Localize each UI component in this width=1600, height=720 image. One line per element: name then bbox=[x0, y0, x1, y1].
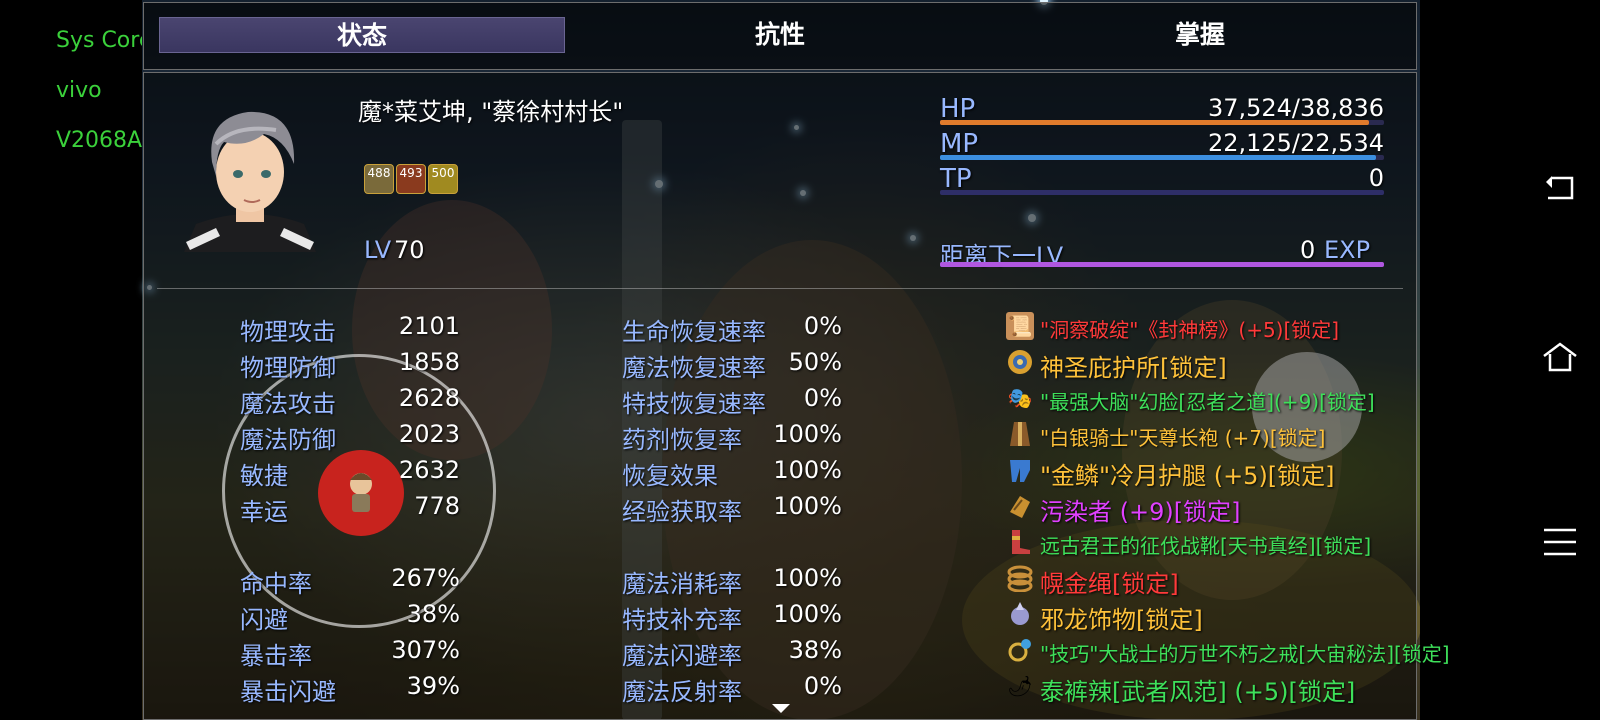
equipment-item[interactable]: 邪龙饰物[锁定] bbox=[1040, 600, 1203, 635]
stat-value: 0% bbox=[803, 672, 842, 700]
stat-label: 魔法消耗率 bbox=[622, 570, 742, 598]
equipment-item[interactable]: 神圣庇护所[锁定] bbox=[1040, 348, 1227, 383]
stat-value: 39% bbox=[406, 672, 460, 700]
stat-label: 暴击闪避 bbox=[240, 678, 336, 706]
stat-value: 2628 bbox=[398, 384, 460, 412]
character-portrait bbox=[176, 104, 324, 252]
stat-value: 0% bbox=[803, 312, 842, 340]
mask-icon: 🎭 bbox=[1007, 386, 1033, 410]
exp-value: 0 bbox=[1300, 236, 1316, 264]
stat-label: 恢复效果 bbox=[622, 462, 718, 490]
hp-value: 37,524/38,836 bbox=[1207, 94, 1384, 122]
scroll-icon: 📜 bbox=[1006, 312, 1034, 340]
equipment-item[interactable]: "技巧"大战士的万世不朽之戒[大宙秘法][锁定] bbox=[1040, 638, 1450, 667]
stat-label: 暴击率 bbox=[240, 642, 312, 670]
tab-resistance[interactable]: 抗性 bbox=[580, 17, 980, 53]
stat-value: 778 bbox=[414, 492, 460, 520]
stat-value: 100% bbox=[773, 600, 842, 628]
boots-icon bbox=[1006, 528, 1034, 556]
leggings-icon bbox=[1006, 456, 1034, 484]
stat-label: 生命恢复速率 bbox=[622, 318, 766, 346]
overlay-vendor: vivo bbox=[56, 78, 102, 103]
stat-label: 药剂恢复率 bbox=[622, 426, 742, 454]
stat-value: 100% bbox=[773, 456, 842, 484]
character-name: 魔*菜艾坤, "蔡徐村村长" bbox=[358, 98, 624, 126]
stat-label: 魔法闪避率 bbox=[622, 642, 742, 670]
scroll-down-arrow-icon[interactable] bbox=[772, 704, 790, 713]
back-button-icon[interactable] bbox=[1542, 170, 1578, 206]
equipment-item[interactable]: "洞察破绽"《封神榜》(+5)[锁定] bbox=[1040, 314, 1339, 343]
exp-gauge-fill bbox=[940, 262, 1384, 267]
state-badge-icon: 493 bbox=[396, 164, 426, 194]
stat-value: 2101 bbox=[398, 312, 460, 340]
tp-value: 0 bbox=[1368, 164, 1384, 192]
stat-label: 经验获取率 bbox=[622, 498, 742, 526]
tab-mastery[interactable]: 掌握 bbox=[1000, 17, 1400, 53]
menu-button-icon[interactable] bbox=[1542, 524, 1578, 560]
stat-label: 魔法恢复速率 bbox=[622, 354, 766, 382]
tp-gauge-track bbox=[940, 190, 1384, 195]
gauntlet-icon bbox=[1006, 492, 1034, 520]
chili-icon: 🌶 bbox=[1007, 674, 1033, 698]
stat-value: 38% bbox=[788, 636, 842, 664]
stat-value: 38% bbox=[406, 600, 460, 628]
tab-status[interactable]: 状态 bbox=[159, 17, 565, 53]
mp-gauge-fill bbox=[940, 155, 1376, 160]
stat-label: 幸运 bbox=[240, 498, 288, 526]
ring-icon bbox=[1006, 636, 1034, 664]
exp-unit: EXP bbox=[1324, 236, 1371, 264]
stat-value: 100% bbox=[773, 420, 842, 448]
equipment-item[interactable]: "金鳞"冷月护腿 (+5)[锁定] bbox=[1040, 456, 1335, 491]
equipment-item[interactable]: "白银骑士"天尊长袍 (+7)[锁定] bbox=[1040, 422, 1325, 451]
stat-value: 307% bbox=[391, 636, 460, 664]
stat-label: 特技补充率 bbox=[622, 606, 742, 634]
robe-icon bbox=[1006, 420, 1034, 448]
overlay-sys-core: Sys Core bbox=[56, 28, 153, 53]
state-badge-icon: 488 bbox=[364, 164, 394, 194]
stat-label: 魔法攻击 bbox=[240, 390, 336, 418]
hp-gauge-fill bbox=[940, 120, 1369, 125]
home-button-icon[interactable] bbox=[1542, 340, 1578, 376]
stat-label: 物理防御 bbox=[240, 354, 336, 382]
stat-label: 魔法反射率 bbox=[622, 678, 742, 706]
equipment-item[interactable]: 污染者 (+9)[锁定] bbox=[1040, 492, 1240, 527]
level-label: LV bbox=[364, 236, 392, 264]
stat-label: 敏捷 bbox=[240, 462, 288, 490]
stat-value: 2632 bbox=[398, 456, 460, 484]
shield-icon bbox=[1006, 348, 1034, 376]
mp-value: 22,125/22,534 bbox=[1207, 129, 1384, 157]
rope-icon bbox=[1006, 564, 1034, 593]
state-badge-icon: 500 bbox=[428, 164, 458, 194]
stat-value: 50% bbox=[788, 348, 842, 376]
section-divider bbox=[157, 288, 1403, 289]
equipment-item[interactable]: "最强大脑"幻脸[忍者之道](+9)[锁定] bbox=[1040, 386, 1375, 415]
ornament-icon bbox=[1006, 600, 1034, 628]
level-value: 70 bbox=[394, 236, 425, 264]
stat-value: 0% bbox=[803, 384, 842, 412]
equipment-item[interactable]: 泰裤辣[武者风范] (+5)[锁定] bbox=[1040, 672, 1355, 707]
stat-label: 闪避 bbox=[240, 606, 288, 634]
stat-value: 267% bbox=[391, 564, 460, 592]
equipment-item[interactable]: 远古君王的征伐战靴[天书真经][锁定] bbox=[1040, 530, 1371, 559]
overlay-model: V2068A bbox=[56, 128, 143, 153]
stat-value: 100% bbox=[773, 564, 842, 592]
stat-label: 特技恢复速率 bbox=[622, 390, 766, 418]
stat-value: 2023 bbox=[398, 420, 460, 448]
stat-value: 100% bbox=[773, 492, 842, 520]
stat-value: 1858 bbox=[398, 348, 460, 376]
equipment-item[interactable]: 幌金绳[锁定] bbox=[1040, 564, 1179, 599]
stat-label: 魔法防御 bbox=[240, 426, 336, 454]
stat-label: 物理攻击 bbox=[240, 318, 336, 346]
stat-label: 命中率 bbox=[240, 570, 312, 598]
